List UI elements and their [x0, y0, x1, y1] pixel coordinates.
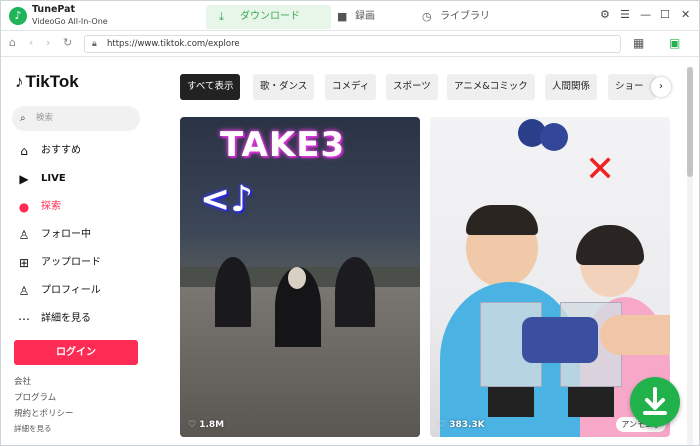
nav-label: おすすめ: [41, 145, 81, 156]
category-chip-show[interactable]: ショー: [608, 74, 656, 100]
compass-icon: ●: [18, 200, 30, 214]
login-button[interactable]: ログイン: [14, 340, 138, 365]
app-name: TunePat: [32, 4, 76, 15]
app-window: ♪ TunePat VideoGo All-In-One ⤓ ダウンロード ■ …: [0, 0, 700, 446]
category-chip-dance[interactable]: 歌・ダンス: [253, 74, 315, 100]
nav-label: プロフィール: [41, 285, 101, 296]
nav-label: 探索: [41, 201, 61, 212]
extensions-icon[interactable]: ▦: [633, 36, 644, 50]
sidebar: ♪ TikTok ⌕ 検索 ⌂ おすすめ ▶ LIVE ● 探索 ♙ フォロー中 …: [1, 57, 161, 445]
view-count-value: 1.8M: [199, 420, 225, 430]
blender-base: [488, 387, 534, 417]
chevron-right-icon[interactable]: ›: [651, 77, 671, 97]
camera-icon: ■: [337, 10, 348, 23]
blueberry-graphic: [540, 123, 568, 151]
nav-label: アップロード: [41, 257, 101, 268]
profile-icon: ♙: [18, 284, 30, 298]
scrollbar-thumb[interactable]: [687, 67, 693, 177]
category-chip-relationships[interactable]: 人間関係: [545, 74, 598, 100]
tab-record[interactable]: ■ 録画: [333, 5, 375, 29]
nav-label: フォロー中: [41, 229, 91, 240]
heart-icon: ♡: [188, 420, 197, 430]
tab-record-label: 録画: [355, 11, 375, 22]
category-chip-anime[interactable]: アニメ&コミック: [447, 74, 535, 100]
tab-download[interactable]: ⤓ ダウンロード: [206, 5, 331, 29]
heart-icon: ♡: [438, 420, 447, 430]
search-icon: ⌕: [20, 113, 26, 124]
forward-icon[interactable]: ›: [46, 36, 50, 49]
person-hair: [288, 267, 306, 289]
url-text: https://www.tiktok.com/explore: [107, 39, 240, 49]
tiktok-logo[interactable]: ♪ TikTok: [15, 72, 79, 92]
following-icon: ♙: [18, 228, 30, 242]
download-arrow-icon: [643, 387, 667, 415]
maximize-icon[interactable]: ☐: [660, 8, 670, 21]
nav-label: LIVE: [41, 173, 66, 184]
explore-main: すべて表示 歌・ダンス コメディ スポーツ アニメ&コミック 人間関係 ショー …: [161, 57, 699, 445]
url-field[interactable]: 🔒︎ https://www.tiktok.com/explore: [84, 35, 621, 53]
hand: [600, 315, 670, 355]
title-bar: ♪ TunePat VideoGo All-In-One ⤓ ダウンロード ■ …: [1, 1, 699, 31]
close-icon[interactable]: ✕: [681, 8, 690, 21]
category-chip-comedy[interactable]: コメディ: [325, 74, 377, 100]
blueberry-bowl: [522, 317, 598, 363]
app-subtitle: VideoGo All-In-One: [32, 17, 108, 26]
person-figure: [335, 257, 375, 327]
nav-item-explore[interactable]: ● 探索: [16, 197, 61, 217]
home-browser-icon[interactable]: ⌂: [9, 36, 16, 49]
live-icon: ▶: [19, 172, 29, 186]
person-hair: [576, 225, 644, 265]
view-count: ♡ 383.3K: [438, 420, 485, 430]
download-fab-button[interactable]: [630, 377, 680, 427]
tab-library-label: ライブラリ: [440, 11, 490, 22]
home-icon: ⌂: [20, 144, 28, 158]
menu-icon[interactable]: ☰: [620, 8, 630, 21]
nav-item-profile[interactable]: ♙ プロフィール: [16, 281, 101, 301]
brand-name: TikTok: [25, 72, 79, 91]
minimize-icon[interactable]: —: [640, 8, 651, 21]
category-chip-all[interactable]: すべて表示: [180, 74, 241, 100]
address-bar: ⌂ ‹ › ↻ 🔒︎ https://www.tiktok.com/explor…: [1, 31, 699, 57]
view-count: ♡ 1.8M: [188, 420, 224, 430]
lock-icon: 🔒︎: [92, 39, 97, 49]
cross-mark-icon: ✕: [585, 149, 616, 190]
search-placeholder: 検索: [36, 113, 54, 123]
nav-item-following[interactable]: ♙ フォロー中: [16, 225, 91, 245]
nav-item-foryou[interactable]: ⌂ おすすめ: [16, 141, 81, 161]
video-card[interactable]: TAKE3 <♪ ♡ 1.8M: [180, 117, 420, 437]
refresh-icon[interactable]: ↻: [63, 36, 72, 49]
download-icon: ⤓: [219, 10, 224, 23]
nav-item-upload[interactable]: ⊞ アップロード: [16, 253, 101, 273]
blender-base: [568, 387, 614, 417]
clock-icon: ◷: [422, 10, 432, 23]
person-hair: [466, 205, 538, 235]
footer-link-terms[interactable]: 規約とポリシー: [14, 407, 74, 419]
nav-item-more[interactable]: ⋯ 詳細を見る: [16, 309, 91, 329]
tab-library[interactable]: ◷ ライブラリ: [418, 5, 490, 29]
search-input[interactable]: ⌕ 検索: [12, 106, 140, 131]
video-overlay-symbol: <♪: [200, 179, 254, 220]
nav-label: 詳細を見る: [41, 313, 91, 324]
category-chip-sports[interactable]: スポーツ: [386, 74, 438, 100]
settings-icon[interactable]: ⚙: [600, 8, 610, 21]
video-overlay-title: TAKE3: [220, 125, 346, 165]
view-count-value: 383.3K: [449, 420, 485, 430]
download-page-icon[interactable]: ▣: [669, 36, 680, 50]
footer-link-company[interactable]: 会社: [14, 375, 31, 387]
tiktok-note-icon: ♪: [15, 72, 24, 91]
app-logo-icon: ♪: [9, 7, 27, 25]
footer-link-program[interactable]: プログラム: [14, 391, 56, 403]
person-figure: [215, 257, 251, 327]
more-icon: ⋯: [18, 312, 30, 326]
upload-icon: ⊞: [18, 256, 30, 270]
back-icon[interactable]: ‹: [29, 36, 33, 49]
nav-item-live[interactable]: ▶ LIVE: [16, 169, 66, 189]
footer-link-more[interactable]: 詳細を見る: [14, 423, 52, 434]
tab-download-label: ダウンロード: [240, 11, 300, 22]
